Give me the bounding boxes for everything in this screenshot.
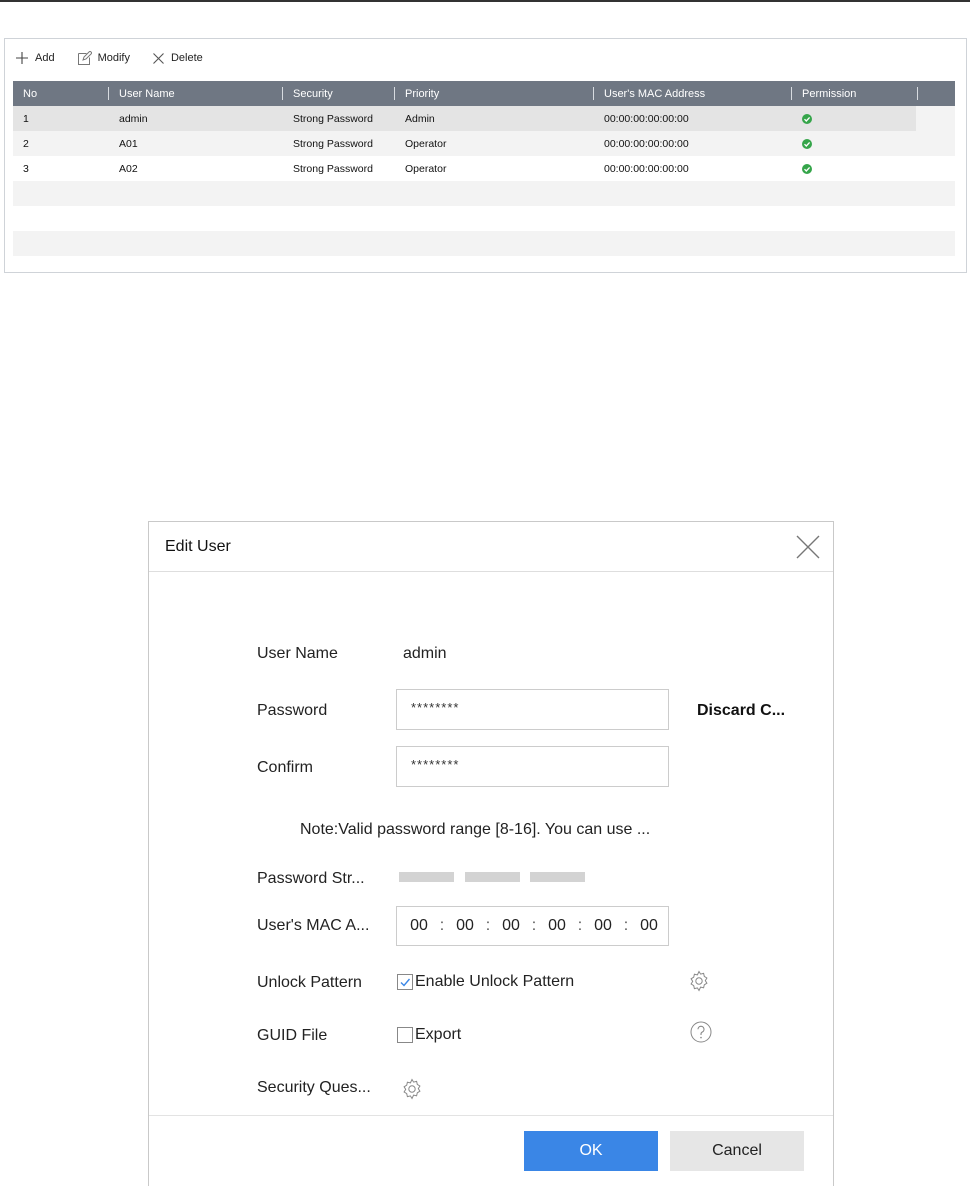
mac-separator: :: [577, 917, 583, 934]
mac-segment-5[interactable]: 00: [591, 917, 615, 935]
header-priority[interactable]: Priority: [395, 81, 594, 106]
enable-unlock-pattern-label: Enable Unlock Pattern: [415, 973, 575, 990]
edit-user-dialog: Edit User User Name admin Password *****…: [148, 521, 834, 1186]
mac-segment-1[interactable]: 00: [407, 917, 431, 935]
mac-segment-2[interactable]: 00: [453, 917, 477, 935]
password-note: Note:Valid password range [8-16]. You ca…: [300, 821, 651, 838]
header-no[interactable]: No: [13, 81, 109, 106]
cell-permission: [792, 113, 918, 124]
plus-icon: [16, 52, 28, 64]
cell-priority: Admin: [405, 112, 435, 125]
cell-no: 1: [23, 112, 29, 125]
cell-permission: [792, 163, 918, 174]
discard-changes-button[interactable]: Discard C...: [697, 702, 785, 720]
check-icon[interactable]: [802, 113, 812, 124]
add-button[interactable]: Add: [15, 51, 55, 65]
user-name-value: admin: [403, 645, 447, 662]
cancel-button[interactable]: Cancel: [670, 1131, 804, 1171]
table-row[interactable]: 1 admin Strong Password Admin 00:00:00:0…: [13, 106, 955, 131]
mac-segment-3[interactable]: 00: [499, 917, 523, 935]
confirm-label: Confirm: [257, 759, 314, 776]
cell-permission: [792, 138, 918, 149]
empty-row: [13, 181, 955, 206]
header-mac-address[interactable]: User's MAC Address: [594, 81, 792, 106]
mac-separator: :: [531, 917, 537, 934]
cell-mac: 00:00:00:00:00:00: [604, 112, 689, 125]
cell-user-name: A02: [119, 162, 138, 175]
confirm-password-input[interactable]: ********: [396, 746, 669, 787]
cell-mac: 00:00:00:00:00:00: [604, 162, 689, 175]
export-label: Export: [415, 1026, 462, 1043]
dialog-title: Edit User: [165, 538, 231, 555]
delete-button[interactable]: Delete: [152, 52, 203, 65]
check-icon[interactable]: [802, 138, 812, 149]
table-header: No User Name Security Priority User's MA…: [13, 81, 955, 106]
ok-button[interactable]: OK: [524, 1131, 658, 1171]
gear-icon[interactable]: [400, 1077, 424, 1101]
cell-priority: Operator: [405, 162, 447, 175]
guid-file-label: GUID File: [257, 1027, 328, 1044]
table-row[interactable]: 3 A02 Strong Password Operator 00:00:00:…: [13, 156, 955, 181]
password-label: Password: [257, 702, 328, 719]
empty-row: [13, 231, 955, 256]
mac-address-label: User's MAC A...: [257, 917, 370, 934]
header-user-name[interactable]: User Name: [109, 81, 283, 106]
header-security[interactable]: Security: [283, 81, 395, 106]
close-icon[interactable]: [795, 534, 821, 560]
add-label: Add: [35, 52, 55, 64]
cell-no: 2: [23, 137, 29, 150]
cell-mac: 00:00:00:00:00:00: [604, 137, 689, 150]
toolbar: Add Modify Delete: [15, 47, 225, 69]
password-strength-label: Password Str...: [257, 870, 365, 887]
cell-no: 3: [23, 162, 29, 175]
table-row[interactable]: 2 A01 Strong Password Operator 00:00:00:…: [13, 131, 955, 156]
mac-segment-6[interactable]: 00: [637, 917, 661, 935]
strength-bar-medium: [465, 872, 520, 882]
edit-icon: [77, 50, 92, 65]
mac-address-input[interactable]: 00 : 00 : 00 : 00 : 00 : 00: [396, 906, 669, 946]
mac-separator: :: [485, 917, 491, 934]
header-filler: [918, 81, 955, 106]
strength-bar-strong: [530, 872, 585, 882]
unlock-pattern-label: Unlock Pattern: [257, 974, 362, 991]
strength-bar-weak: [399, 872, 454, 882]
cell-user-name: admin: [119, 112, 148, 125]
mac-separator: :: [439, 917, 445, 934]
dialog-header: Edit User: [149, 522, 833, 572]
mac-segment-4[interactable]: 00: [545, 917, 569, 935]
export-checkbox[interactable]: Export: [397, 1026, 461, 1044]
checkbox-unchecked-icon: [397, 1027, 413, 1043]
modify-label: Modify: [97, 52, 130, 64]
modify-button[interactable]: Modify: [77, 50, 130, 66]
dialog-footer: OK Cancel: [149, 1115, 833, 1186]
help-icon[interactable]: [689, 1020, 713, 1044]
user-name-label: User Name: [257, 645, 338, 662]
top-rule: [0, 0, 970, 2]
gear-icon[interactable]: [687, 969, 711, 993]
cell-user-name: A01: [119, 137, 138, 150]
mac-separator: :: [623, 917, 629, 934]
password-input[interactable]: ********: [396, 689, 669, 730]
check-icon[interactable]: [802, 163, 812, 174]
empty-row: [13, 206, 955, 231]
cell-security: Strong Password: [293, 137, 373, 150]
cell-priority: Operator: [405, 137, 447, 150]
header-permission[interactable]: Permission: [792, 81, 918, 106]
checkbox-checked-icon: [397, 974, 413, 990]
delete-icon: [153, 52, 164, 64]
user-list-panel: Add Modify Delete No User Name Security …: [4, 38, 967, 273]
cell-security: Strong Password: [293, 162, 373, 175]
enable-unlock-pattern-checkbox[interactable]: Enable Unlock Pattern: [397, 973, 574, 991]
security-question-label: Security Ques...: [257, 1079, 371, 1096]
cell-security: Strong Password: [293, 112, 373, 125]
delete-label: Delete: [170, 52, 203, 64]
user-table: No User Name Security Priority User's MA…: [13, 81, 955, 256]
